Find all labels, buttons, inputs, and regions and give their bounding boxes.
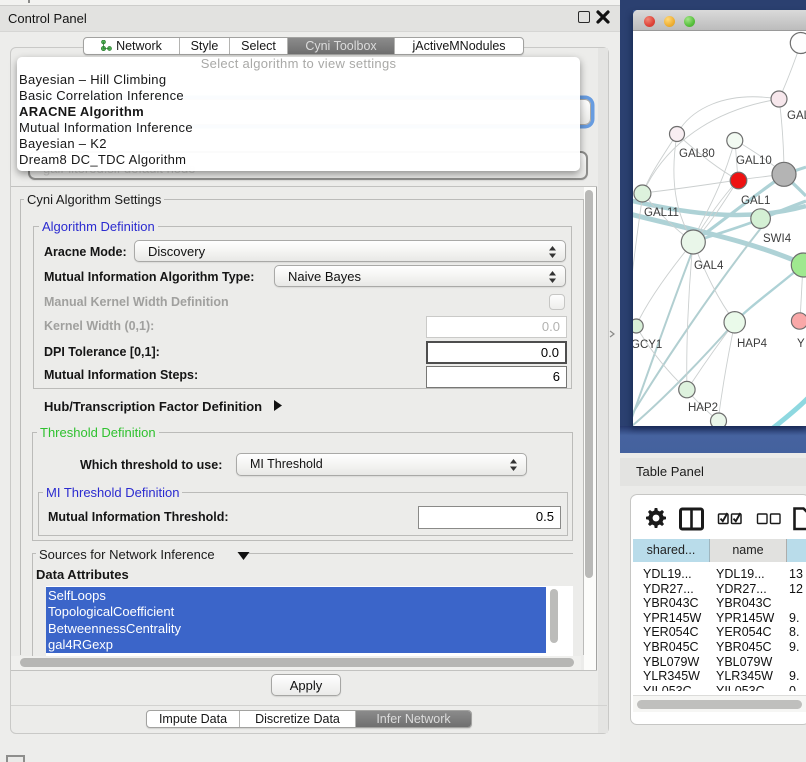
- svg-text:GAL11: GAL11: [644, 207, 679, 219]
- svg-text:GAL4: GAL4: [694, 260, 724, 272]
- svg-text:SWI4: SWI4: [763, 233, 792, 245]
- svg-text:GAL1: GAL1: [741, 195, 770, 207]
- svg-text:Y: Y: [797, 338, 805, 350]
- svg-text:GAL80: GAL80: [679, 148, 715, 160]
- svg-text:GCY1: GCY1: [633, 339, 662, 351]
- svg-text:GAL2: GAL2: [787, 110, 806, 122]
- svg-text:HAP2: HAP2: [688, 402, 718, 414]
- svg-text:HAP4: HAP4: [737, 338, 768, 350]
- svg-text:GAL10: GAL10: [736, 155, 772, 167]
